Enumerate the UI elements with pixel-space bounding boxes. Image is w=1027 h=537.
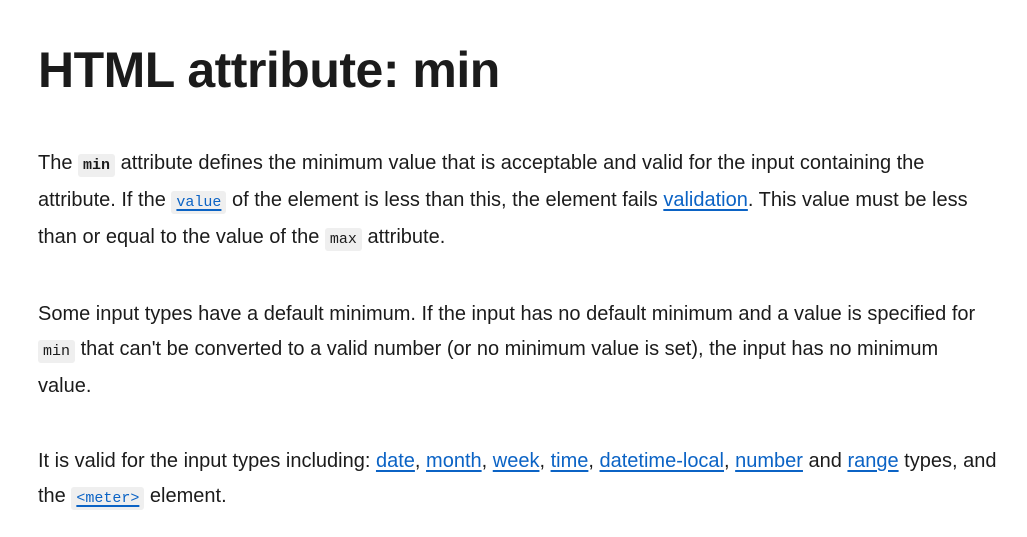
link-time[interactable]: time: [551, 450, 589, 472]
link-week[interactable]: week: [493, 450, 540, 472]
link-number[interactable]: number: [735, 450, 803, 472]
code-min: min: [78, 154, 116, 177]
link-meter-element[interactable]: <meter>: [71, 485, 145, 510]
link-date[interactable]: date: [376, 450, 415, 472]
separator: ,: [414, 450, 427, 472]
code-value: value: [171, 191, 227, 214]
code-meter: <meter>: [71, 487, 145, 510]
separator: ,: [724, 450, 736, 472]
paragraph-intro: The min attribute defines the minimum va…: [38, 146, 997, 257]
code-min: min: [38, 340, 76, 363]
separator: ,: [588, 450, 600, 472]
article: HTML attribute: min The min attribute de…: [0, 0, 1027, 537]
text: The: [38, 152, 79, 174]
link-range[interactable]: range: [847, 450, 898, 472]
text: of the element is less than this, the el…: [226, 189, 664, 211]
link-validation[interactable]: validation: [663, 189, 748, 211]
text: element.: [144, 485, 227, 507]
code-max: max: [324, 228, 362, 251]
text: that can't be converted to a valid numbe…: [38, 338, 939, 397]
separator: ,: [481, 450, 493, 472]
link-month[interactable]: month: [426, 450, 482, 472]
paragraph-valid-types: It is valid for the input types includin…: [38, 444, 997, 516]
text: attribute.: [361, 226, 446, 248]
separator: and: [802, 450, 848, 472]
text: It is valid for the input types includin…: [38, 450, 376, 472]
link-value-attribute[interactable]: value: [171, 189, 227, 214]
page-title: HTML attribute: min: [38, 42, 500, 98]
separator: ,: [539, 450, 551, 472]
text: Some input types have a default minimum.…: [38, 303, 976, 325]
paragraph-default-minimum: Some input types have a default minimum.…: [38, 297, 997, 404]
link-datetime-local[interactable]: datetime-local: [600, 450, 725, 472]
